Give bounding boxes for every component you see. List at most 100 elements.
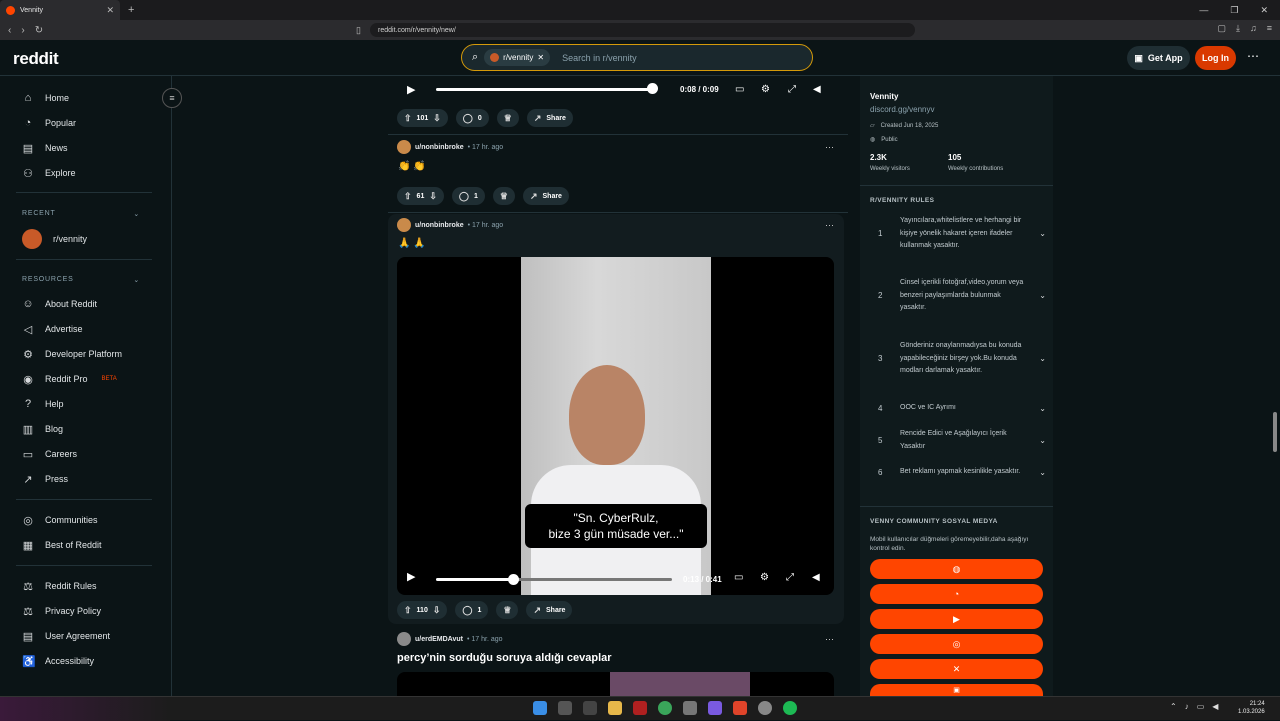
nav-user-agreement[interactable]: ▤ User Agreement <box>22 626 110 646</box>
discord-button[interactable]: ◔ <box>870 584 1043 604</box>
share-button[interactable]: ↗ Share <box>526 109 573 127</box>
chevron-down-icon[interactable]: ⌄ <box>1039 291 1046 300</box>
search-bar[interactable]: ⌕ r/vennity ✕ Search in r/vennity <box>461 44 813 71</box>
nav-press[interactable]: ↗ Press <box>22 469 68 489</box>
music-icon[interactable]: ♫ <box>1250 23 1257 34</box>
nav-popular[interactable]: ◔ Popular <box>22 113 76 133</box>
kick-button[interactable]: ▣ <box>870 684 1043 696</box>
video-progress[interactable] <box>436 87 651 91</box>
app-icon[interactable] <box>758 701 772 715</box>
chevron-up-icon[interactable]: ⌃ <box>1170 702 1177 711</box>
nav-home[interactable]: ⌂ Home <box>22 88 69 108</box>
menu-toggle-button[interactable]: ≡ <box>162 88 182 108</box>
post-options-icon[interactable]: ⋯ <box>825 220 834 231</box>
upvote-icon[interactable]: ⇧ <box>404 191 412 202</box>
app-icon[interactable] <box>708 701 722 715</box>
chip-close-icon[interactable]: ✕ <box>537 53 544 62</box>
video-player[interactable]: "Sn. CyberRulz, bize 3 gün müsade ver..."… <box>397 257 834 595</box>
app-icon[interactable] <box>633 701 647 715</box>
fullscreen-icon[interactable]: ⤢ <box>786 572 794 583</box>
reddit-logo[interactable]: reddit <box>13 49 59 69</box>
downvote-icon[interactable]: ⇩ <box>433 605 441 616</box>
search-icon[interactable] <box>558 701 572 715</box>
browser-tab[interactable]: Vennity ✕ <box>0 0 120 20</box>
rule-item[interactable]: 2 Cinsel içerikli fotoğraf,video,yorum ve… <box>878 277 1046 315</box>
rule-item[interactable]: 6 Bet reklamı yapmak kesinlikle yasaktır.… <box>878 466 1046 479</box>
reload-icon[interactable]: ↻ <box>35 25 43 36</box>
play-icon[interactable]: ▶ <box>407 83 415 96</box>
chevron-down-icon[interactable]: ⌄ <box>1039 436 1046 445</box>
start-icon[interactable] <box>533 701 547 715</box>
comments-button[interactable]: ◯ 1 <box>451 187 485 205</box>
file-explorer-icon[interactable] <box>608 701 622 715</box>
post-media[interactable] <box>397 672 834 696</box>
nav-best-of-reddit[interactable]: ▦ Best of Reddit <box>22 535 102 555</box>
x-button[interactable]: ✕ <box>870 659 1043 679</box>
upvote-icon[interactable]: ⇧ <box>404 605 412 616</box>
upvote-icon[interactable]: ⇧ <box>404 113 412 124</box>
instagram-button[interactable]: ◎ <box>870 634 1043 654</box>
menu-icon[interactable]: ≡ <box>1267 23 1272 34</box>
community-link[interactable]: discord.gg/vennyv <box>870 105 934 114</box>
downvote-icon[interactable]: ⇩ <box>433 113 441 124</box>
app-icon[interactable] <box>683 701 697 715</box>
website-button[interactable]: ◍ <box>870 559 1043 579</box>
captions-icon[interactable]: ▭ <box>734 572 743 583</box>
award-button[interactable]: ♕ <box>496 109 519 127</box>
fullscreen-icon[interactable]: ⤢ <box>788 84 796 95</box>
comments-button[interactable]: ◯ 0 <box>455 109 489 127</box>
mic-icon[interactable]: ♪ <box>1185 702 1189 711</box>
nav-careers[interactable]: ▭ Careers <box>22 444 77 464</box>
user-avatar[interactable] <box>397 140 411 154</box>
volume-icon[interactable]: ◀ <box>1212 702 1218 711</box>
page-scrollbar[interactable] <box>1273 412 1277 452</box>
system-clock[interactable]: 21:24 1.03.2026 <box>1238 700 1265 716</box>
vote-control[interactable]: ⇧ 61 ⇩ <box>397 187 444 205</box>
post-options-icon[interactable]: ⋯ <box>825 142 834 153</box>
settings-icon[interactable]: ⚙ <box>760 572 769 583</box>
nav-advertise[interactable]: ◁ Advertise <box>22 319 83 339</box>
close-tab-icon[interactable]: ✕ <box>106 5 114 16</box>
share-button[interactable]: ↗ Share <box>522 187 569 205</box>
chrome-icon[interactable] <box>658 701 672 715</box>
nav-about-reddit[interactable]: ☺ About Reddit <box>22 294 97 314</box>
nav-accessibility[interactable]: ♿ Accessibility <box>22 651 94 671</box>
search-input[interactable]: Search in r/vennity <box>562 53 637 63</box>
subreddit-chip[interactable]: r/vennity ✕ <box>484 49 551 66</box>
resources-section-toggle[interactable]: RESOURCES ⌄ <box>22 276 140 284</box>
new-tab-icon[interactable]: + <box>128 4 134 16</box>
post-options-icon[interactable]: ⋯ <box>825 634 834 645</box>
post-author[interactable]: u/nonbinbroke <box>415 144 464 151</box>
play-icon[interactable]: ▶ <box>407 570 415 583</box>
volume-icon[interactable]: ◀ <box>813 84 821 95</box>
video-progress[interactable] <box>436 578 511 581</box>
spotify-icon[interactable] <box>783 701 797 715</box>
volume-icon[interactable]: ◀ <box>812 572 820 583</box>
nav-reddit-rules[interactable]: ⚖ Reddit Rules <box>22 576 96 596</box>
recent-item-vennity[interactable]: r/vennity <box>22 229 87 249</box>
chevron-down-icon[interactable]: ⌄ <box>1039 354 1046 363</box>
rule-item[interactable]: 1 Yayıncılara,whitelistlere ve herhangi b… <box>878 215 1046 253</box>
recent-section-toggle[interactable]: RECENT ⌄ <box>22 210 140 218</box>
settings-icon[interactable]: ⚙ <box>761 84 770 95</box>
rule-item[interactable]: 3 Gönderiniz onaylanmadıysa bu konuda yap… <box>878 340 1046 378</box>
downvote-icon[interactable]: ⇩ <box>429 191 437 202</box>
nav-privacy-policy[interactable]: ⚖ Privacy Policy <box>22 601 101 621</box>
share-button[interactable]: ↗ Share <box>526 601 573 619</box>
address-bar[interactable]: ▯ reddit.com/r/vennity/new/ <box>356 23 915 37</box>
captions-icon[interactable]: ▭ <box>735 84 744 95</box>
post-author[interactable]: u/erdEMDAvut <box>415 636 463 643</box>
vote-control[interactable]: ⇧ 101 ⇩ <box>397 109 448 127</box>
vote-control[interactable]: ⇧ 110 ⇩ <box>397 601 448 619</box>
chevron-down-icon[interactable]: ⌄ <box>1039 229 1046 238</box>
brave-icon[interactable] <box>733 701 747 715</box>
post-author[interactable]: u/nonbinbroke <box>415 222 464 229</box>
rule-item[interactable]: 4 OOC ve IC Ayrımı ⌄ <box>878 402 1046 415</box>
nav-communities[interactable]: ◎ Communities <box>22 510 97 530</box>
download-icon[interactable]: ⤓ <box>1236 23 1240 34</box>
extensions-icon[interactable]: ▢ <box>1217 23 1226 34</box>
award-button[interactable]: ♕ <box>496 601 519 619</box>
maximize-icon[interactable]: ❐ <box>1230 5 1238 16</box>
chevron-down-icon[interactable]: ⌄ <box>1039 404 1046 413</box>
log-in-button[interactable]: Log In <box>1195 46 1236 70</box>
